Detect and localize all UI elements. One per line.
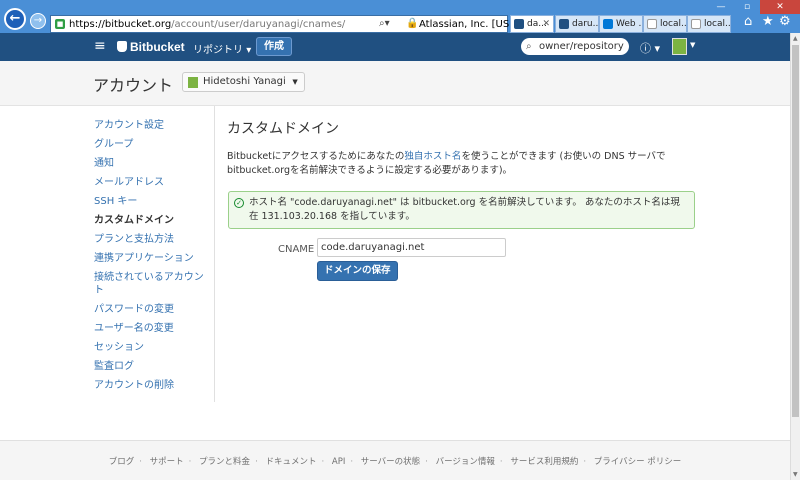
sidebar-item-audit-log[interactable]: 監査ログ	[94, 360, 212, 373]
home-icon[interactable]: ⌂	[744, 14, 752, 29]
avatar[interactable]	[672, 38, 687, 55]
vertical-scrollbar[interactable]: ▲ ▼	[790, 33, 800, 480]
browser-tab[interactable]: Web ...	[599, 15, 643, 33]
windows-favicon-icon	[603, 19, 613, 29]
footer-link-api[interactable]: API	[332, 457, 345, 467]
footer: ブログ · サポート · プランと料金 · ドキュメント · API · サーバーの状態 ·…	[0, 440, 790, 480]
description: Bitbucketにアクセスするためにあなたの独自ホスト名を使うことができます …	[227, 151, 666, 176]
bitbucket-favicon-icon	[514, 19, 524, 29]
page-title: アカウント	[93, 76, 174, 95]
browser-tab[interactable]: daru...	[555, 15, 599, 33]
sidebar-item-custom-domain[interactable]: カスタムドメイン	[94, 214, 212, 227]
sidebar-item-delete-account[interactable]: アカウントの削除	[94, 379, 212, 392]
footer-link-docs[interactable]: ドキュメント	[265, 457, 316, 467]
repositories-menu[interactable]: リポジトリ ▾	[193, 41, 251, 56]
search-icon: ⌕	[526, 41, 532, 52]
browser-tab[interactable]: local...	[687, 15, 731, 33]
close-tab-icon[interactable]: ✕	[542, 16, 550, 32]
avatar	[188, 77, 198, 88]
sidebar-item-account-settings[interactable]: アカウント設定	[94, 119, 212, 132]
window-controls: — ▫ ✕	[708, 0, 800, 14]
page-favicon-icon	[691, 19, 701, 29]
chevron-down-icon[interactable]: ▼	[690, 41, 695, 49]
site-header: ≡ Bitbucket リポジトリ ▾ 作成 ⌕ owner/repository…	[0, 33, 790, 61]
sidebar-item-integrated-apps[interactable]: 連携アプリケーション	[94, 252, 212, 265]
save-domain-button[interactable]: ドメインの保存	[317, 261, 398, 281]
repo-search-input[interactable]: ⌕ owner/repository	[521, 38, 629, 55]
window-close-icon[interactable]: ✕	[760, 0, 800, 14]
page-favicon-icon	[647, 19, 657, 29]
url-text: https://bitbucket.org/account/user/daruy…	[69, 19, 345, 30]
search-icon[interactable]: ⌕▾	[379, 18, 390, 29]
scrollbar-thumb[interactable]	[792, 45, 799, 417]
sidebar-item-connected-accounts[interactable]: 接続されているアカウント	[94, 271, 212, 297]
sidebar-divider	[214, 106, 215, 402]
sidebar-item-email[interactable]: メールアドレス	[94, 176, 212, 189]
url-path: /account/user/daruyanagi/cnames/	[171, 19, 346, 30]
footer-link-version[interactable]: バージョン情報	[436, 457, 495, 467]
address-bar[interactable]: ■ https://bitbucket.org/account/user/dar…	[50, 15, 513, 33]
page-heading-band: アカウント Hidetoshi Yanagi ▼	[0, 61, 790, 106]
cname-input[interactable]	[317, 238, 506, 257]
sidebar-item-sessions[interactable]: セッション	[94, 341, 212, 354]
sidebar-item-notifications[interactable]: 通知	[94, 157, 212, 170]
scroll-down-icon[interactable]: ▼	[793, 471, 798, 478]
maximize-icon[interactable]: ▫	[734, 0, 760, 14]
lock-icon: 🔒	[406, 18, 419, 29]
sidebar-item-ssh-keys[interactable]: SSH キー	[94, 195, 212, 208]
footer-link-terms[interactable]: サービス利用規約	[510, 457, 578, 467]
create-button[interactable]: 作成	[256, 37, 292, 56]
account-switcher[interactable]: Hidetoshi Yanagi ▼	[182, 72, 305, 92]
success-message: ✓ ホスト名 "code.daruyanagi.net" は bitbucket…	[228, 191, 695, 229]
chevron-down-icon: ▾	[246, 45, 252, 56]
chevron-down-icon: ▼	[292, 78, 298, 86]
forward-icon[interactable]: →	[30, 13, 46, 29]
section-heading: カスタムドメイン	[227, 121, 339, 137]
settings-gear-icon[interactable]: ⚙	[779, 14, 791, 29]
footer-link-privacy[interactable]: プライバシー ポリシー	[594, 457, 682, 467]
cname-label: CNAME	[278, 244, 315, 255]
help-icon[interactable]: ⓘ ▾	[640, 40, 660, 56]
browser-chrome: ← → ■ https://bitbucket.org/account/user…	[0, 0, 800, 33]
back-icon[interactable]: ←	[4, 8, 26, 30]
footer-link-pricing[interactable]: プランと料金	[199, 457, 250, 467]
cert-org[interactable]: Atlassian, Inc. [US]	[419, 19, 513, 30]
sidebar-item-plans-billing[interactable]: プランと支払方法	[94, 233, 212, 246]
url-host: https://bitbucket.org	[69, 19, 172, 30]
sidebar-item-groups[interactable]: グループ	[94, 138, 212, 151]
hamburger-menu-icon[interactable]: ≡	[94, 38, 106, 54]
footer-link-blog[interactable]: ブログ	[109, 457, 135, 467]
bitbucket-logo[interactable]: Bitbucket	[117, 40, 185, 54]
footer-link-status[interactable]: サーバーの状態	[361, 457, 420, 467]
scroll-up-icon[interactable]: ▲	[793, 35, 798, 42]
sidebar-item-change-password[interactable]: パスワードの変更	[94, 303, 212, 316]
footer-link-support[interactable]: サポート	[150, 457, 184, 467]
custom-domain-section: カスタムドメイン Bitbucketにアクセスするためにあなたの独自ホスト名を使…	[227, 118, 707, 281]
checkmark-icon: ✓	[234, 198, 244, 208]
settings-sidebar: アカウント設定 グループ 通知 メールアドレス SSH キー カスタムドメイン …	[94, 119, 212, 398]
bucket-icon	[117, 41, 127, 52]
bitbucket-favicon-icon	[559, 19, 569, 29]
minimize-icon[interactable]: —	[708, 0, 734, 14]
secure-site-icon: ■	[55, 19, 65, 29]
main-panel: アカウント設定 グループ 通知 メールアドレス SSH キー カスタムドメイン …	[0, 106, 790, 440]
browser-tab[interactable]: local...	[643, 15, 687, 33]
browser-tab[interactable]: da... ✕	[510, 15, 554, 33]
sidebar-item-change-username[interactable]: ユーザー名の変更	[94, 322, 212, 335]
footer-links: ブログ · サポート · プランと料金 · ドキュメント · API · サーバーの状態 ·…	[108, 457, 682, 467]
favorites-icon[interactable]: ★	[762, 14, 774, 29]
custom-hostname-link[interactable]: 独自ホスト名	[404, 151, 461, 162]
